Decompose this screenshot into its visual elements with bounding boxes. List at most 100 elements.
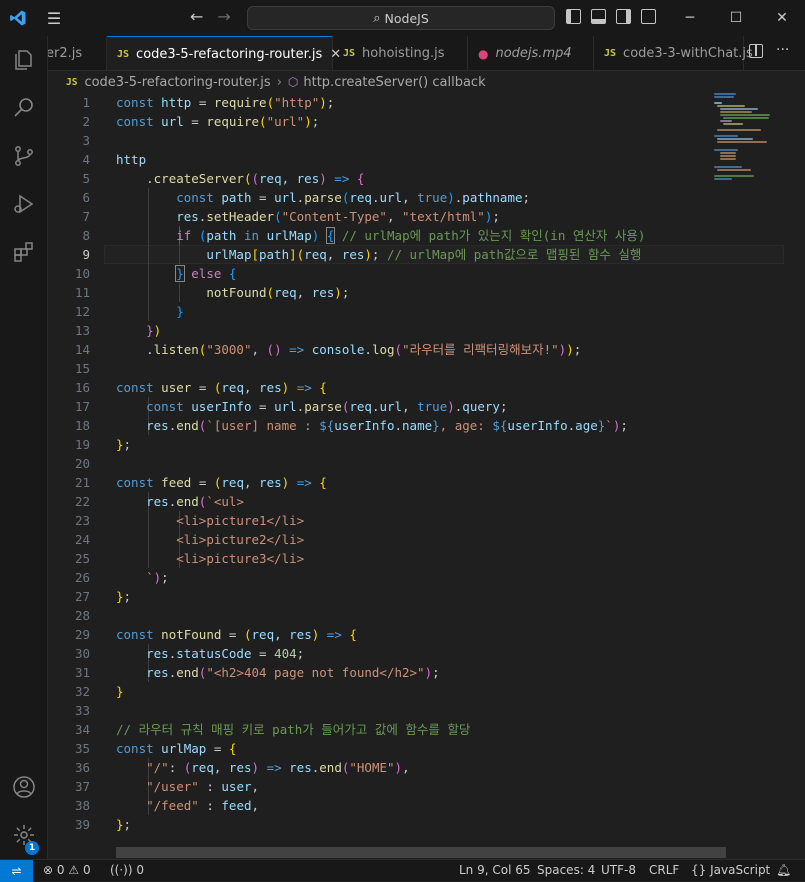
ports-indicator[interactable]: ((·)) 0 — [110, 863, 144, 877]
code-editor[interactable]: 1 const http = require("http"); 2 const ur… — [48, 93, 805, 843]
code-text: .createServer((req, res) => { — [146, 171, 365, 186]
code-line[interactable]: 11 notFound(req, res); — [48, 283, 788, 302]
remote-indicator-icon[interactable]: ⇌ — [0, 859, 33, 882]
toggle-primary-sidebar-icon[interactable] — [566, 9, 581, 24]
source-control-icon[interactable] — [0, 132, 48, 180]
code-line[interactable]: 23 <li>picture1</li> — [48, 511, 788, 530]
minimap-line — [723, 123, 743, 125]
code-line[interactable]: 9 urlMap[path](req, res); // urlMap에 pat… — [48, 245, 788, 264]
code-line[interactable]: 25 <li>picture3</li> — [48, 549, 788, 568]
code-line[interactable]: 5 .createServer((req, res) => { — [48, 169, 788, 188]
back-arrow-icon[interactable]: ← — [190, 7, 203, 26]
code-line[interactable]: 32} — [48, 682, 788, 701]
code-line[interactable]: 15 — [48, 359, 788, 378]
language-mode[interactable]: {} JavaScript — [691, 863, 770, 877]
indentation[interactable]: Spaces: 4 — [537, 863, 595, 877]
tab-label: hohoisting.js — [362, 46, 445, 61]
code-line[interactable]: 27}; — [48, 587, 788, 606]
code-text: .listen("3000", () => console.log("라우터를 … — [146, 342, 582, 357]
more-actions-icon[interactable]: ··· — [776, 42, 789, 58]
code-line[interactable]: 19}; — [48, 435, 788, 454]
braces-icon: {} — [691, 863, 707, 877]
tab-nodejs-mp4[interactable]: ● nodejs.mp4 — [468, 36, 594, 70]
code-line[interactable]: 4 http — [48, 150, 788, 169]
tab-hohoisting[interactable]: JS hohoisting.js — [333, 36, 468, 70]
code-line[interactable]: 31 res.end("<h2>404 page not found</h2>"… — [48, 663, 788, 682]
code-line[interactable]: 18 res.end(`[user] name : ${userInfo.nam… — [48, 416, 788, 435]
code-line[interactable]: 36 "/": (req, res) => res.end("HOME"), — [48, 758, 788, 777]
code-line[interactable]: 20 — [48, 454, 788, 473]
code-line[interactable]: 1 const http = require("http"); — [48, 93, 788, 112]
code-line[interactable]: 16 const user = (req, res) => { — [48, 378, 788, 397]
command-center-search[interactable]: ⌕ NodeJS — [247, 6, 555, 30]
forward-arrow-icon[interactable]: → — [217, 7, 230, 26]
code-line[interactable]: 24 <li>picture2</li> — [48, 530, 788, 549]
code-line[interactable]: 26 `); — [48, 568, 788, 587]
code-text: `); — [146, 570, 169, 585]
maximize-button[interactable]: ☐ — [713, 0, 759, 36]
close-window-button[interactable]: ✕ — [759, 0, 805, 36]
code-line[interactable]: 33 — [48, 701, 788, 720]
code-line[interactable]: 17 const userInfo = url.parse(req.url, t… — [48, 397, 788, 416]
code-line[interactable]: 14 .listen("3000", () => console.log("라우… — [48, 340, 788, 359]
code-text: res.end(`<ul> — [146, 494, 244, 509]
code-line[interactable]: 22 res.end(`<ul> — [48, 492, 788, 511]
minimap[interactable] — [712, 93, 792, 183]
tab-label: nodejs.mp4 — [495, 46, 572, 61]
code-line[interactable]: 12 } — [48, 302, 788, 321]
tab-code3-5-refactoring-router[interactable]: JS code3-5-refactoring-router.js ✕ — [107, 36, 341, 70]
menu-icon[interactable]: ☰ — [36, 0, 72, 36]
minimize-button[interactable]: ─ — [667, 0, 713, 36]
code-line[interactable]: 39}; — [48, 815, 788, 834]
code-line[interactable]: 13 }) — [48, 321, 788, 340]
warning-icon: ⚠ — [68, 863, 80, 877]
code-line[interactable]: 10 } else { — [48, 264, 788, 283]
code-line[interactable]: 2 const url = require("url"); — [48, 112, 788, 131]
line-number: 27 — [74, 589, 90, 604]
run-debug-icon[interactable] — [0, 180, 48, 228]
problems-indicator[interactable]: ⊗ 0 ⚠ 0 — [43, 863, 91, 877]
code-line[interactable]: 30 res.statusCode = 404; — [48, 644, 788, 663]
code-line[interactable]: 37 "/user" : user, — [48, 777, 788, 796]
line-number: 39 — [74, 817, 90, 832]
end-of-line[interactable]: CRLF — [649, 863, 679, 877]
tab-code3-3-withchat[interactable]: JS code3-3-withChat.js — [594, 36, 753, 70]
code-line[interactable]: 7 res.setHeader("Content-Type", "text/ht… — [48, 207, 788, 226]
code-line[interactable]: 38 "/feed" : feed, — [48, 796, 788, 815]
split-editor-icon[interactable] — [749, 44, 763, 58]
customize-layout-icon[interactable] — [641, 9, 656, 24]
minimap-line — [717, 138, 753, 140]
code-line[interactable]: 6 const path = url.parse(req.url, true).… — [48, 188, 788, 207]
code-text: http — [116, 152, 147, 167]
warning-count: 0 — [82, 863, 91, 877]
line-number: 10 — [74, 266, 90, 281]
breadcrumb-file[interactable]: code3-5-refactoring-router.js — [84, 75, 270, 90]
cursor-position[interactable]: Ln 9, Col 65 — [459, 863, 531, 877]
tab-er2[interactable]: er2.js — [48, 36, 107, 70]
code-line[interactable]: 35 const urlMap = { — [48, 739, 788, 758]
breadcrumb-symbol[interactable]: http.createServer() callback — [303, 75, 485, 90]
minimap-line — [714, 149, 738, 151]
notifications-bell-icon[interactable]: 🔔︎ — [776, 863, 791, 877]
code-line[interactable]: 34 // 라우터 규칙 매핑 키로 path가 들어가고 값에 함수를 할당 — [48, 720, 788, 739]
accounts-icon[interactable] — [0, 763, 48, 811]
search-sidebar-icon[interactable] — [0, 84, 48, 132]
toggle-panel-icon[interactable] — [591, 9, 606, 24]
code-line[interactable]: 8 if (path in urlMap) { // urlMap에 path가… — [48, 226, 788, 245]
js-file-icon: JS — [604, 48, 617, 59]
toggle-secondary-sidebar-icon[interactable] — [616, 9, 631, 24]
title-bar: ☰ ← → ⌕ NodeJS ─ ☐ ✕ — [0, 0, 805, 36]
extensions-icon[interactable] — [0, 228, 48, 276]
line-number: 13 — [74, 323, 90, 338]
line-number: 18 — [74, 418, 90, 433]
code-line[interactable]: 3 — [48, 131, 788, 150]
manage-gear-icon[interactable]: 1 — [0, 811, 48, 859]
explorer-icon[interactable] — [0, 36, 48, 84]
horizontal-scrollbar[interactable] — [116, 847, 726, 858]
encoding[interactable]: UTF-8 — [601, 863, 636, 877]
code-line[interactable]: 29 const notFound = (req, res) => { — [48, 625, 788, 644]
code-line[interactable]: 21 const feed = (req, res) => { — [48, 473, 788, 492]
code-line[interactable]: 28 — [48, 606, 788, 625]
line-number: 26 — [74, 570, 90, 585]
line-number: 15 — [74, 361, 90, 376]
